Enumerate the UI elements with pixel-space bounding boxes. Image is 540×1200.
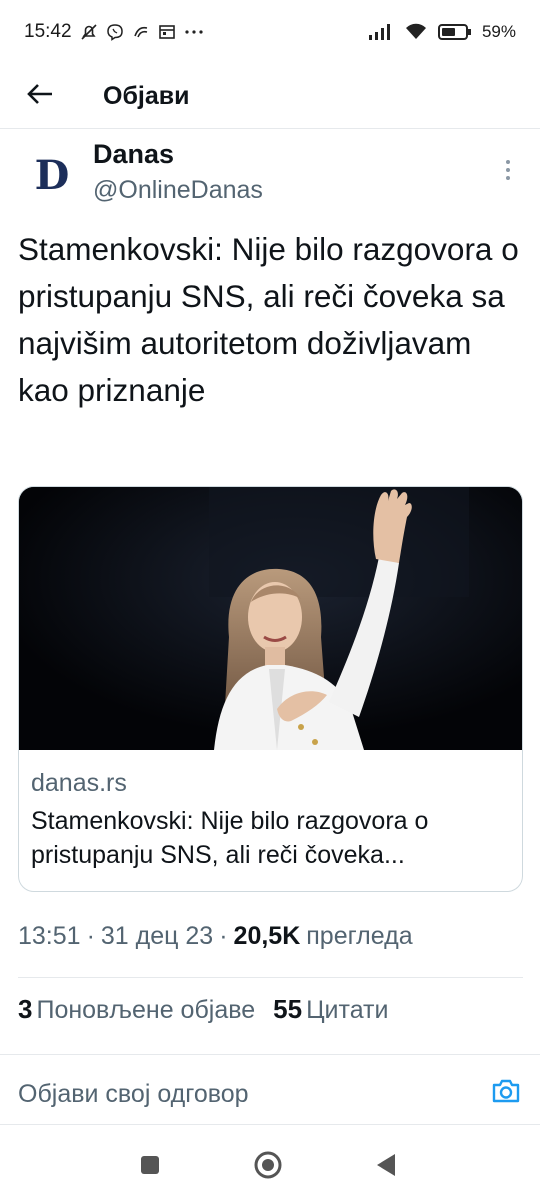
- home-button[interactable]: [248, 1147, 288, 1187]
- muted-bell-icon: [80, 23, 98, 41]
- back-triangle-icon: [375, 1152, 397, 1183]
- camera-button[interactable]: [488, 1076, 524, 1110]
- separator-dot: ·: [86, 922, 95, 950]
- header-divider: [0, 128, 540, 129]
- status-time: 15:42: [24, 21, 72, 42]
- card-photo: [19, 487, 522, 750]
- battery-icon: [437, 23, 472, 41]
- reply-input[interactable]: [18, 1074, 458, 1114]
- card-title: Stamenkovski: Nije bilo razgovora o pris…: [31, 807, 429, 869]
- separator-dot: ·: [219, 922, 228, 950]
- more-dots-icon: [184, 23, 204, 41]
- viber-icon: [106, 23, 124, 41]
- reposts-count[interactable]: 3: [18, 994, 32, 1025]
- quotes-label[interactable]: Цитати: [306, 996, 388, 1025]
- tweet-time[interactable]: 13:51: [18, 922, 81, 951]
- home-circle-icon: [253, 1150, 283, 1185]
- tweet-text: Stamenkovski: Nije bilo razgovora o pris…: [18, 231, 519, 408]
- app-icon: [132, 23, 150, 41]
- divider: [18, 977, 523, 978]
- tweet-date[interactable]: 31 дец 23: [101, 922, 213, 951]
- avatar-letter: D: [34, 151, 70, 199]
- link-card[interactable]: danas.rs Stamenkovski: Nije bilo razgovo…: [18, 486, 523, 892]
- avatar[interactable]: D: [22, 140, 82, 210]
- battery-percent: 59%: [481, 22, 516, 41]
- status-bar: 15:42 59%: [0, 0, 540, 64]
- reposts-label[interactable]: Поновљене објаве: [36, 996, 255, 1025]
- more-vertical-icon: [505, 159, 511, 186]
- quotes-count[interactable]: 55: [273, 994, 302, 1025]
- recents-square-icon: [139, 1154, 161, 1181]
- wifi-icon: [404, 23, 428, 41]
- card-domain: danas.rs: [31, 769, 127, 797]
- system-nav-bar: [0, 1125, 540, 1200]
- views-count[interactable]: 20,5K: [234, 922, 301, 951]
- author-name[interactable]: Danas: [93, 139, 174, 170]
- card-meta: danas.rs Stamenkovski: Nije bilo razgovo…: [19, 750, 522, 891]
- back-button[interactable]: [12, 68, 68, 124]
- back-nav-button[interactable]: [366, 1147, 406, 1187]
- engagement-stats: 3 Поновљене објаве 55 Цитати: [18, 994, 388, 1025]
- divider: [0, 1054, 540, 1055]
- calendar-icon: [158, 23, 176, 41]
- more-options-button[interactable]: [496, 156, 520, 188]
- tweet-author: D Danas @OnlineDanas: [18, 136, 528, 216]
- card-image: [19, 487, 522, 750]
- views-label: прегледа: [306, 922, 413, 950]
- camera-icon: [491, 1078, 521, 1109]
- page-title: Објави: [103, 81, 190, 110]
- signal-icon: [368, 23, 394, 41]
- recents-button[interactable]: [130, 1147, 170, 1187]
- status-left: 15:42: [24, 21, 204, 43]
- reply-bar: [0, 1056, 540, 1124]
- author-handle[interactable]: @OnlineDanas: [93, 176, 263, 205]
- arrow-left-icon: [26, 82, 54, 111]
- status-right: 59%: [368, 22, 516, 42]
- app-header: Објави: [0, 64, 540, 128]
- timestamp-row: 13:51 · 31 дец 23 · 20,5K прегледа: [18, 922, 413, 951]
